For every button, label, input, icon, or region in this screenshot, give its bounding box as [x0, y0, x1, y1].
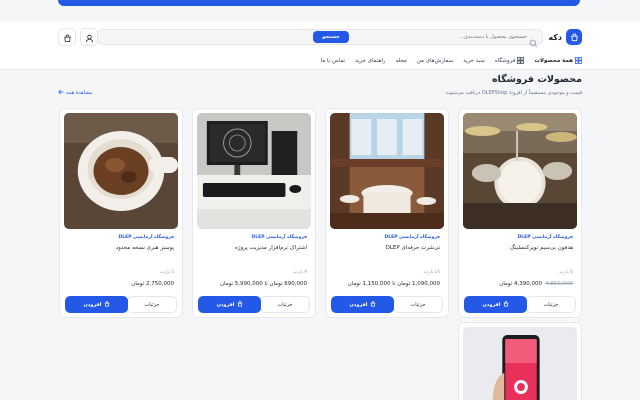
details-button[interactable]: جزئیات	[127, 296, 177, 313]
add-button-label: افزودن	[482, 301, 501, 308]
product-image[interactable]	[463, 113, 577, 229]
add-to-cart-button[interactable]: افزودن	[65, 296, 128, 313]
header: دکه جستجو	[0, 22, 640, 52]
view-all-label: مشاهدهٔ همه	[66, 90, 93, 96]
shopping-bag-icon	[566, 29, 582, 45]
nav-item-label: سفارش‌های من	[416, 58, 454, 64]
nav-item-label: همهٔ محصولات	[534, 58, 573, 64]
user-account-button[interactable]	[80, 28, 98, 46]
search-input[interactable]	[228, 31, 527, 43]
product-price: 2,750,000 تومان	[131, 281, 174, 287]
grid-icon	[575, 56, 582, 66]
add-button-label: افزودن	[216, 301, 235, 308]
product-vendor[interactable]: فروشگاه آزمایشی DLEP	[385, 235, 440, 240]
nav-item-label: تماس با ما	[320, 58, 346, 64]
product-name[interactable]: هدفون بی‌سیم نویزکنسلینگ	[510, 245, 573, 251]
product-image[interactable]	[64, 113, 178, 229]
product-card[interactable]	[458, 322, 582, 400]
nav-item-label: فروشگاه	[494, 58, 516, 64]
top-banner-strip	[58, 0, 580, 6]
product-image[interactable]	[463, 327, 577, 400]
product-current-price: 4,390,000 تومان	[499, 281, 542, 287]
product-card[interactable]: فروشگاه آزمایشی DLEP تی‌شرت حرفه‌ای DLEP…	[325, 108, 449, 318]
arrow-left-icon	[58, 89, 64, 97]
nav-item-my-orders[interactable]: سفارش‌های من	[417, 58, 453, 64]
details-button[interactable]: جزئیات	[526, 296, 576, 313]
nav-item-buying-guide[interactable]: راهنمای خرید	[355, 58, 386, 64]
shopping-bag-icon	[104, 300, 110, 309]
add-to-cart-button[interactable]: افزودن	[464, 296, 527, 313]
product-vendor[interactable]: فروشگاه آزمایشی DLEP	[252, 235, 307, 240]
nav-item-magazine[interactable]: مجله	[396, 58, 407, 64]
shopping-bag-icon	[237, 300, 243, 309]
product-price: 1,090,000 تومان تا 1,150,000 تومان	[348, 281, 440, 287]
product-name[interactable]: اشتراک نرم‌افزار مدیریت پروژه	[235, 245, 307, 251]
nav-item-label: سبد خرید	[463, 58, 485, 64]
nav-item-all-products[interactable]: همهٔ محصولات	[534, 56, 582, 66]
user-icon	[85, 28, 94, 47]
view-all-link[interactable]: مشاهدهٔ همه	[58, 89, 92, 97]
product-name[interactable]: پوستر هنری نسخه محدود	[116, 245, 174, 251]
product-image[interactable]	[197, 113, 311, 229]
store-icon	[517, 56, 525, 66]
product-card[interactable]: فروشگاه آزمایشی DLEP اشتراک نرم‌افزار مد…	[192, 108, 316, 318]
search-button[interactable]: جستجو	[313, 31, 349, 43]
product-current-price: 690,000 تومان تا 5,990,000 تومان	[219, 281, 307, 287]
shopping-bag-icon	[63, 28, 72, 47]
page-subtitle: قیمت و موجودی مستقیماً از افزونهٔ DLEPSh…	[444, 90, 582, 96]
product-sold-count: 5 بازدید	[159, 270, 174, 275]
product-card[interactable]: فروشگاه آزمایشی DLEP پوستر هنری نسخه محد…	[59, 108, 183, 318]
product-image[interactable]	[330, 113, 444, 229]
nav-item-label: مجله	[395, 58, 407, 64]
shopping-bag-icon	[370, 300, 376, 309]
product-sold-count: 14 بازدید	[423, 270, 440, 275]
nav-item-store[interactable]: فروشگاه	[494, 56, 525, 66]
brand-name: دکه	[548, 32, 562, 42]
product-current-price: 1,090,000 تومان تا 1,150,000 تومان	[347, 281, 440, 287]
product-vendor[interactable]: فروشگاه آزمایشی DLEP	[119, 235, 174, 240]
product-vendor[interactable]: فروشگاه آزمایشی DLEP	[518, 235, 573, 240]
product-sold-count: 9 بازدید	[292, 270, 307, 275]
product-price: 4,850,000 4,390,000 تومان	[499, 281, 573, 287]
product-name[interactable]: تی‌شرت حرفه‌ای DLEP	[386, 245, 440, 251]
search-box: جستجو	[97, 29, 543, 48]
product-current-price: 2,750,000 تومان	[131, 281, 174, 287]
nav-item-cart[interactable]: سبد خرید	[463, 58, 485, 64]
page-title: محصولات فروشگاه	[491, 74, 582, 85]
details-button[interactable]: جزئیات	[260, 296, 310, 313]
product-card[interactable]: فروشگاه آزمایشی DLEP هدفون بی‌سیم نویزکن…	[458, 108, 582, 318]
product-price: 690,000 تومان تا 5,990,000 تومان	[220, 281, 307, 287]
cart-button[interactable]	[58, 28, 76, 46]
details-button[interactable]: جزئیات	[393, 296, 443, 313]
nav-item-contact[interactable]: تماس با ما	[321, 58, 345, 64]
add-button-label: افزودن	[83, 301, 102, 308]
shopping-bag-icon	[503, 300, 509, 309]
main-nav: همهٔ محصولات فروشگاه سبد خرید سفارش‌های …	[0, 52, 640, 70]
product-sold-count: 6 بازدید	[558, 270, 573, 275]
product-old-price: 4,850,000	[545, 281, 573, 287]
brand[interactable]: دکه	[548, 28, 582, 46]
nav-item-label: راهنمای خرید	[355, 58, 386, 64]
add-button-label: افزودن	[349, 301, 368, 308]
add-to-cart-button[interactable]: افزودن	[331, 296, 394, 313]
search-icon	[529, 33, 538, 48]
add-to-cart-button[interactable]: افزودن	[198, 296, 261, 313]
